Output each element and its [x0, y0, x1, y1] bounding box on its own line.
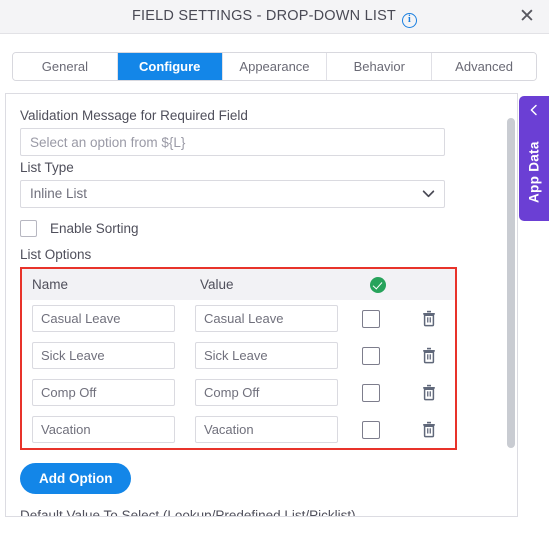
option-select-cell-1 — [338, 309, 404, 328]
option-select-cell-2 — [338, 346, 404, 365]
info-icon[interactable]: i — [402, 13, 417, 28]
tab-configure[interactable]: Configure — [117, 53, 223, 80]
option-select-checkbox-2[interactable] — [362, 346, 380, 365]
list-type-select-wrap: Inline List — [20, 180, 445, 208]
option-select-checkbox-1[interactable] — [362, 309, 380, 328]
option-value-input-4[interactable] — [195, 416, 338, 443]
option-delete-cell-3 — [404, 384, 454, 401]
option-name-input-3[interactable] — [32, 379, 175, 406]
trash-icon[interactable] — [421, 421, 437, 438]
table-row — [22, 337, 455, 374]
option-name-input-1[interactable] — [32, 305, 175, 332]
tab-behavior[interactable]: Behavior — [327, 53, 433, 80]
option-value-input-1[interactable] — [195, 305, 338, 332]
tab-general[interactable]: General — [13, 53, 118, 80]
option-delete-cell-2 — [404, 347, 454, 364]
trash-icon[interactable] — [421, 310, 437, 327]
settings-tabbar: General Configure Appearance Behavior Ad… — [12, 52, 537, 81]
default-value-label: Default Value To Select (Lookup/Predefin… — [20, 508, 356, 517]
validation-message-label: Validation Message for Required Field — [20, 108, 248, 123]
enable-sorting-row: Enable Sorting — [20, 220, 505, 237]
option-select-cell-4 — [338, 420, 404, 439]
app-data-label: App Data — [526, 141, 542, 203]
check-circle-icon[interactable] — [370, 276, 386, 293]
option-select-cell-3 — [338, 383, 404, 402]
list-options-header: Name Value — [22, 269, 455, 300]
list-type-label: List Type — [20, 160, 74, 175]
column-header-name: Name — [32, 277, 69, 292]
validation-message-input[interactable] — [20, 128, 445, 156]
table-row — [22, 411, 455, 448]
app-data-panel-tab[interactable]: App Data — [519, 96, 549, 221]
option-delete-cell-1 — [404, 310, 454, 327]
option-name-input-4[interactable] — [32, 416, 175, 443]
list-type-select[interactable]: Inline List — [20, 180, 445, 208]
close-icon[interactable]: ✕ — [515, 5, 539, 29]
list-options-label: List Options — [20, 247, 92, 262]
dialog-titlebar: FIELD SETTINGS - DROP-DOWN LIST i ✕ — [0, 0, 549, 34]
chevron-left-icon — [530, 104, 537, 116]
list-options-table: Name Value — [20, 267, 457, 450]
configure-panel-content: Validation Message for Required Field Li… — [6, 94, 517, 517]
configure-panel: Validation Message for Required Field Li… — [5, 93, 518, 517]
page-title: FIELD SETTINGS - DROP-DOWN LIST i — [0, 8, 549, 28]
option-select-checkbox-3[interactable] — [362, 383, 380, 402]
option-delete-cell-4 — [404, 421, 454, 438]
option-select-checkbox-4[interactable] — [362, 420, 380, 439]
enable-sorting-label: Enable Sorting — [50, 221, 139, 236]
trash-icon[interactable] — [421, 347, 437, 364]
enable-sorting-checkbox[interactable] — [20, 220, 37, 237]
tab-advanced[interactable]: Advanced — [432, 53, 536, 80]
column-header-value: Value — [200, 277, 234, 292]
panel-scrollbar[interactable] — [507, 98, 515, 514]
option-value-input-2[interactable] — [195, 342, 338, 369]
panel-scrollbar-thumb[interactable] — [507, 118, 515, 448]
tab-appearance[interactable]: Appearance — [222, 53, 328, 80]
add-option-button[interactable]: Add Option — [20, 463, 132, 494]
table-row — [22, 300, 455, 337]
page-title-text: FIELD SETTINGS - DROP-DOWN LIST — [132, 8, 396, 24]
option-value-input-3[interactable] — [195, 379, 338, 406]
trash-icon[interactable] — [421, 384, 437, 401]
option-name-input-2[interactable] — [32, 342, 175, 369]
table-row — [22, 374, 455, 411]
field-settings-dialog: FIELD SETTINGS - DROP-DOWN LIST i ✕ Gener… — [0, 0, 549, 537]
